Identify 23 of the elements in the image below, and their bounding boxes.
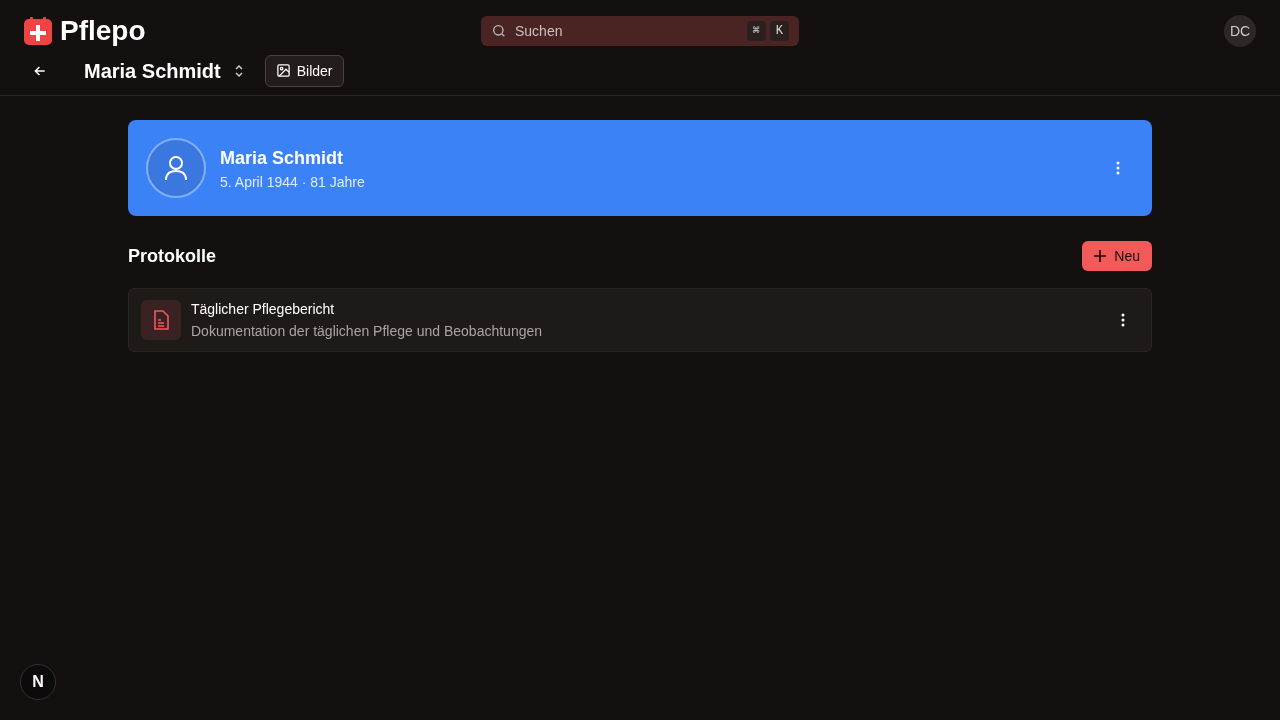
protocol-title: Täglicher Pflegebericht [191,300,336,319]
shortcut-key: ⌘ [746,21,766,41]
protocol-description: Dokumentation der täglichen Pflege und Beobachtungen [191,322,544,341]
section-heading: Protokolle [128,245,216,268]
images-button[interactable]: Bilder [264,54,344,87]
more-icon [1116,161,1120,175]
patient-details: 5. April 1944 · 81 Jahre [220,173,366,192]
new-button[interactable]: Neu [1082,241,1152,271]
person-icon [164,155,188,181]
chevrons-icon [232,63,245,78]
patient-selector[interactable]: Maria Schmidt [84,56,245,85]
user-avatar[interactable]: DC [1224,15,1256,47]
search-icon [491,23,507,39]
document-icon [141,300,181,340]
app-name: Pflepo [60,17,146,45]
dev-badge[interactable]: N [20,664,56,700]
logo-icon [24,17,52,45]
more-icon [1121,313,1125,327]
protocol-item[interactable]: Täglicher Pflegebericht Dokumentation der täglichen Pflege und Beobachtungen [128,288,1152,352]
plus-icon [1094,250,1107,262]
image-icon [275,63,291,78]
patient-name: Maria Schmidt [220,147,345,170]
shortcut-key: K [769,21,789,41]
